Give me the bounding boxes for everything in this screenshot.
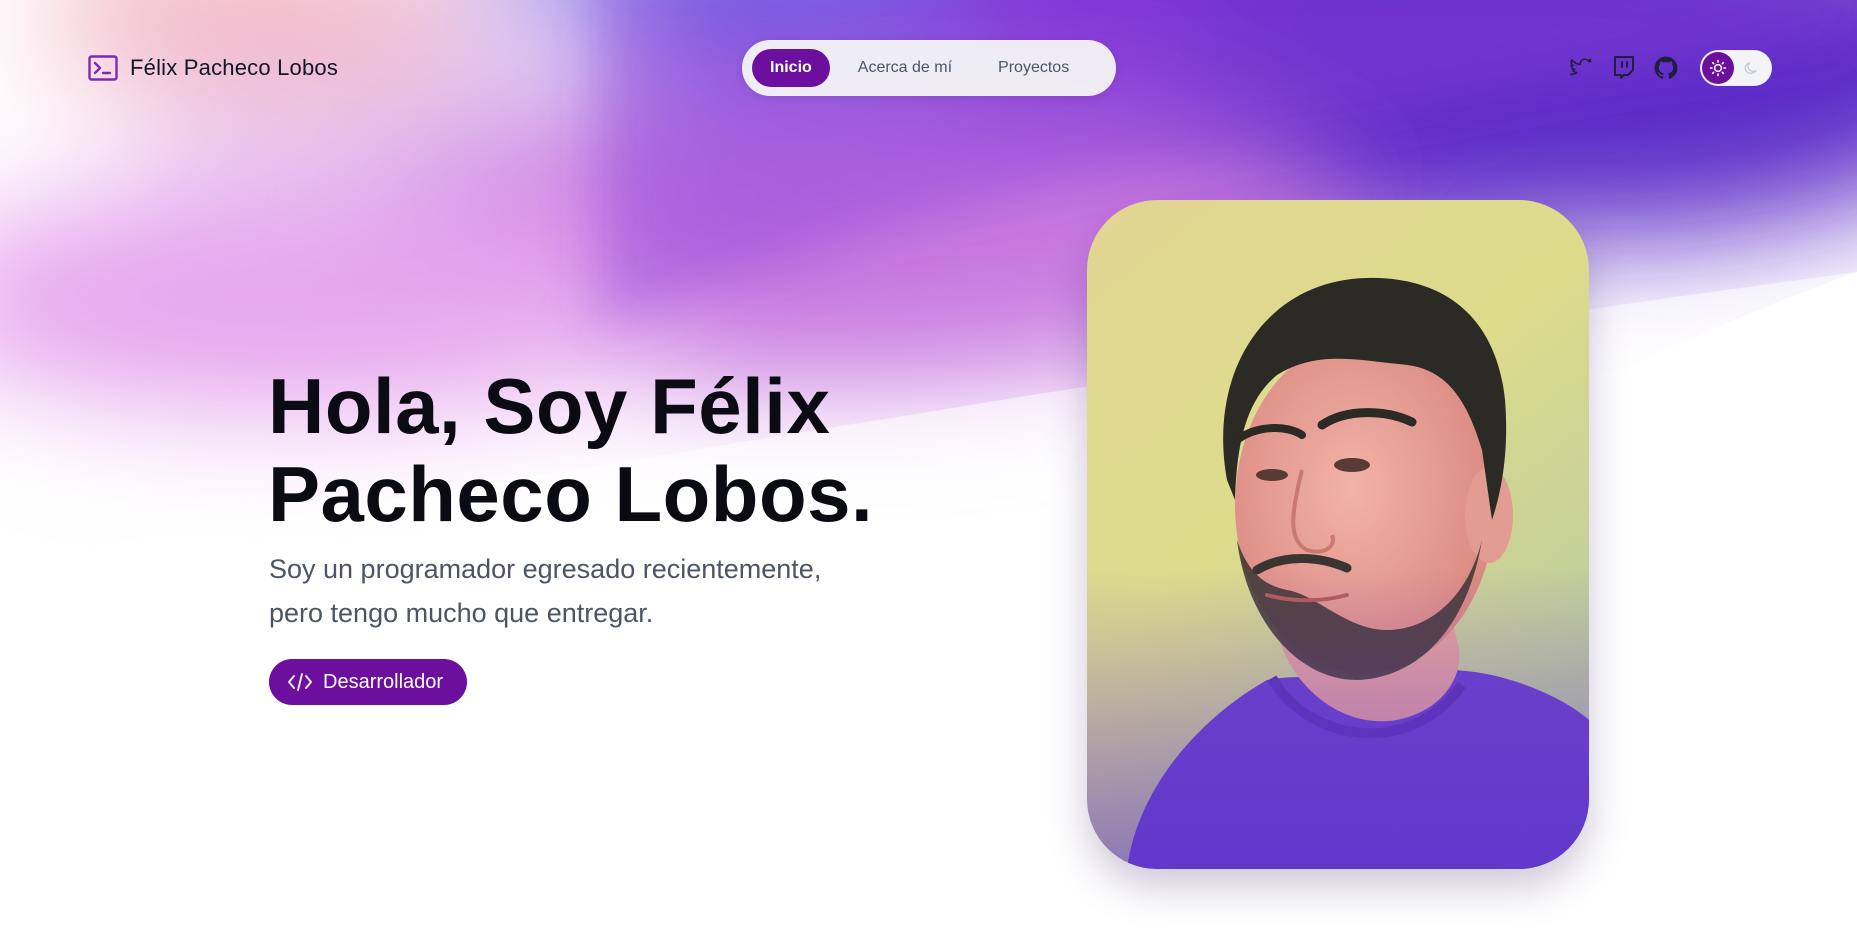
github-icon[interactable] [1652,54,1680,82]
theme-toggle[interactable] [1700,50,1772,86]
hero-subtitle-line1: Soy un programador egresado recientement… [269,554,822,584]
hero-subtitle-line2: pero tengo mucho que entregar. [269,598,654,628]
profile-photo [1087,200,1589,869]
brand[interactable]: Félix Pacheco Lobos [88,52,338,84]
hero-subtitle: Soy un programador egresado recientement… [269,547,909,635]
hero-title-line1: Hola, Soy Félix [268,362,831,450]
nav-item-acerca[interactable]: Acerca de mí [836,49,974,87]
code-icon [287,672,313,692]
nav-item-inicio[interactable]: Inicio [752,49,830,87]
hero-title: Hola, Soy Félix Pacheco Lobos. [268,362,968,538]
twitch-icon[interactable] [1610,54,1638,82]
hero-title-line2: Pacheco Lobos. [268,450,874,538]
brand-name: Félix Pacheco Lobos [130,55,339,80]
twitter-icon[interactable] [1568,54,1596,82]
sun-icon[interactable] [1702,52,1734,84]
moon-icon[interactable] [1742,59,1760,77]
social-links [1568,48,1680,88]
role-badge-desarrollador[interactable]: Desarrollador [269,659,467,705]
main-nav: Inicio Acerca de mí Proyectos [742,40,1116,96]
nav-item-proyectos[interactable]: Proyectos [980,49,1087,87]
role-badge-label: Desarrollador [323,670,444,693]
site-header: Félix Pacheco Lobos Inicio Acerca de mí … [0,0,1857,135]
terminal-icon [88,54,118,82]
